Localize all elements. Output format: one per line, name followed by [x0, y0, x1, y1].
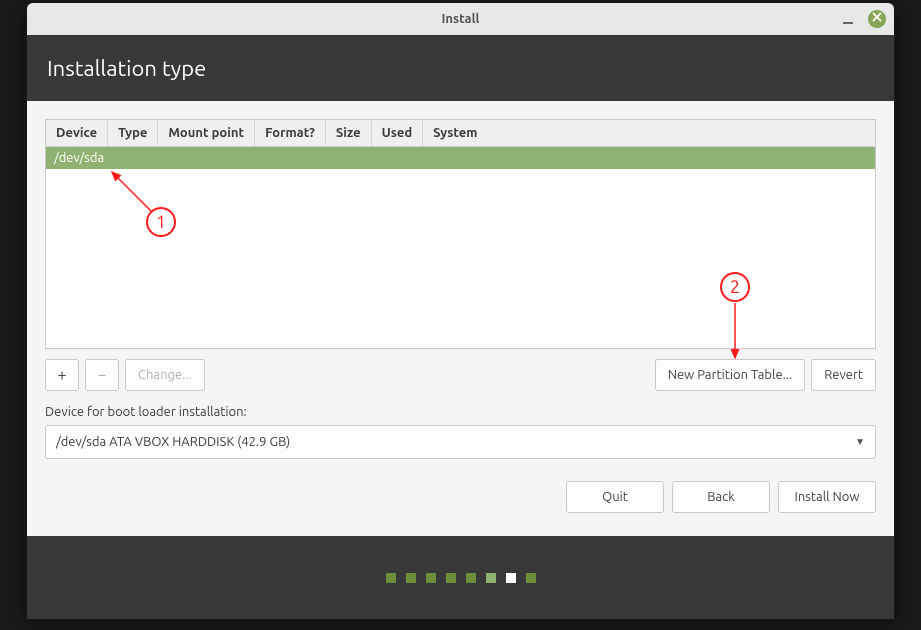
col-mount[interactable]: Mount point	[158, 120, 255, 147]
step-dot	[506, 573, 516, 583]
device-cell: /dev/sda	[46, 147, 875, 170]
step-dot	[446, 573, 456, 583]
col-size[interactable]: Size	[325, 120, 371, 147]
content-area: Device Type Mount point Format? Size Use…	[27, 101, 894, 536]
progress-dots	[27, 536, 894, 619]
minimize-icon[interactable]	[840, 11, 856, 27]
col-system[interactable]: System	[423, 120, 875, 147]
page-header: Installation type	[27, 35, 894, 101]
window-title: Install	[442, 12, 480, 26]
step-dot	[426, 573, 436, 583]
change-partition-button[interactable]: Change...	[125, 359, 205, 391]
bootloader-select[interactable]: /dev/sda ATA VBOX HARDDISK (42.9 GB) ▼	[45, 425, 876, 459]
step-dot	[406, 573, 416, 583]
col-device[interactable]: Device	[46, 120, 108, 147]
back-button[interactable]: Back	[672, 481, 770, 513]
remove-partition-button[interactable]: −	[85, 359, 119, 391]
col-format[interactable]: Format?	[255, 120, 326, 147]
partition-table[interactable]: Device Type Mount point Format? Size Use…	[45, 119, 876, 349]
installer-window: Install Installation type Device Type Mo…	[27, 3, 894, 619]
step-dot	[486, 573, 496, 583]
bootloader-label: Device for boot loader installation:	[45, 405, 876, 419]
col-used[interactable]: Used	[371, 120, 423, 147]
bootloader-value: /dev/sda ATA VBOX HARDDISK (42.9 GB)	[56, 435, 290, 449]
step-dot	[526, 573, 536, 583]
page-title: Installation type	[47, 56, 206, 81]
new-partition-table-button[interactable]: New Partition Table...	[655, 359, 806, 391]
step-dot	[466, 573, 476, 583]
table-row[interactable]: /dev/sda	[46, 147, 875, 170]
chevron-down-icon: ▼	[855, 436, 865, 448]
close-icon[interactable]	[868, 10, 886, 28]
quit-button[interactable]: Quit	[566, 481, 664, 513]
add-partition-button[interactable]: +	[45, 359, 79, 391]
col-type[interactable]: Type	[108, 120, 158, 147]
step-dot	[386, 573, 396, 583]
revert-button[interactable]: Revert	[811, 359, 876, 391]
install-now-button[interactable]: Install Now	[778, 481, 876, 513]
titlebar[interactable]: Install	[27, 3, 894, 35]
